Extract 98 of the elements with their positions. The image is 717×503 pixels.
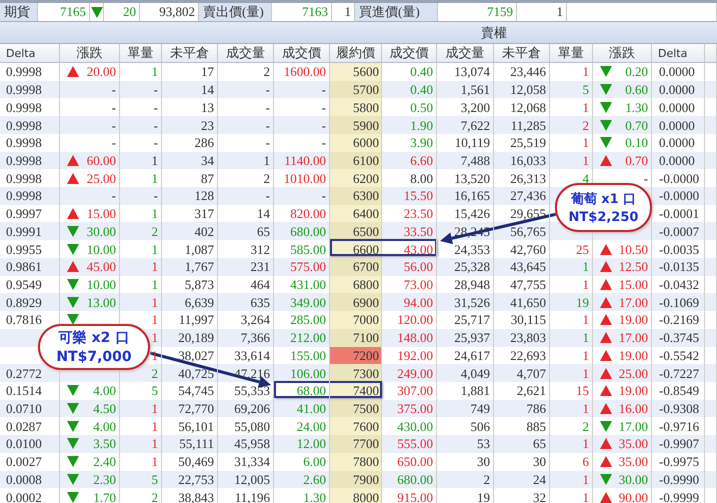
table-cell: 7300 [330,364,382,382]
change-value: 90.00 [618,490,648,503]
callout-text: 葡萄 x1 口 [570,191,636,208]
change-value: 19.00 [618,313,648,326]
table-cell: 33.50 [382,222,437,240]
change-value: 15.00 [86,207,116,220]
change-value: 0.70 [625,154,648,167]
change-value: - [644,172,648,185]
table-cell: 7800 [330,452,382,471]
change-value: 2.30 [93,472,116,486]
change-value: 30.00 [86,224,116,238]
change-value: 35.00 [618,455,648,468]
table-cell: 6800 [330,276,382,294]
change-value: 12.50 [618,260,648,274]
table-cell: 2 [120,488,162,503]
table-cell: 5800 [330,98,382,116]
column-header: 成交價 [274,44,330,62]
change-value: 16.00 [618,402,648,416]
table-cell: 32 [494,488,550,503]
table-cell: 8000 [330,488,382,503]
change-value: 0.20 [625,65,648,78]
change-value: 17.00 [618,296,648,309]
column-header: 漲跌 [60,44,120,62]
column-header: Delta [652,44,705,62]
change-value: 45.00 [86,260,116,274]
change-value: 30.00 [618,472,648,486]
table-cell: 6300 [330,187,382,205]
table-cell: 19 [437,488,494,503]
change-value: 10.00 [86,242,116,256]
column-header: 漲跌 [593,44,652,62]
bid-quantity: 1 [517,3,567,21]
change-value: - [112,118,116,132]
column-header: Delta [0,44,60,62]
change-value: 25.00 [86,172,116,185]
table-cell: 6500 [330,222,382,240]
futures-label: 期貨 [0,3,38,21]
change-value: 4.00 [93,420,116,433]
futures-price: 7165 [38,3,90,21]
ask-price: 7163 [272,3,332,21]
table-cell: 7700 [330,435,382,453]
column-header: 成交價 [382,44,437,62]
change-value: 13.00 [86,296,116,309]
table-cell: 915.00 [382,488,437,503]
change-value: - [112,189,116,202]
table-cell: 6400 [330,204,382,222]
table-cell: 5900 [330,116,382,134]
callout-price: NT$2,250 [568,210,638,225]
change-value: 4.50 [93,402,116,416]
section-header: 賣權 [481,24,507,42]
change-value: 4.00 [93,384,116,398]
table-cell: 6000 [330,134,382,152]
bid-label: 買進價(量) [355,3,438,21]
column-header: 單量 [550,44,593,62]
change-value: 35.00 [618,437,648,450]
change-value: 0.70 [625,118,648,132]
column-header: 單量 [120,44,162,62]
change-value: - [112,136,116,150]
change-value: 1.70 [93,490,116,503]
table-cell: 5600 [330,63,382,81]
change-value: 20.00 [86,65,116,78]
table-cell: 6100 [330,152,382,170]
column-header: 成交量 [437,44,494,62]
change-value: - [112,100,116,114]
change-value: 15.00 [618,278,648,291]
table-cell: 6900 [330,293,382,312]
table-cell: 6200 [330,169,382,188]
change-value: 19.00 [618,384,648,398]
table-cell: 5700 [330,80,382,98]
table-cell: -0.9999 [652,488,705,503]
column-header: 未平倉 [494,44,550,62]
change-value: 2.40 [93,455,116,468]
column-header: 履約價 [330,44,382,62]
change-value: 25.00 [618,366,648,380]
table-cell: 6700 [330,258,382,276]
change-value: - [112,83,116,96]
bid-price: 7159 [438,3,517,21]
table-cell: 1 [550,488,593,503]
column-header: 成交量 [218,44,274,62]
change-value: 3.50 [93,437,116,450]
change-value: 10.50 [618,242,648,256]
change-value: 0.10 [625,136,648,150]
change-value: 1.30 [625,100,648,114]
table-cell: 7200 [330,346,382,364]
column-header: 未平倉 [162,44,218,62]
change-value: 19.00 [618,348,648,362]
table-cell: 7100 [330,328,382,346]
change-value: 17.00 [618,420,648,433]
ask-label: 賣出價(量) [199,3,272,21]
table-cell: 7000 [330,311,382,329]
change-value: 0.60 [625,83,648,96]
table-cell: 7500 [330,400,382,418]
change-value: 10.00 [86,278,116,291]
change-value: 17.00 [618,331,648,344]
table-cell: 7900 [330,470,382,488]
futures-change: 20 [104,3,140,21]
table-cell: 0.0002 [0,488,60,503]
change-value: 60.00 [86,154,116,167]
table-cell: 7600 [330,417,382,436]
